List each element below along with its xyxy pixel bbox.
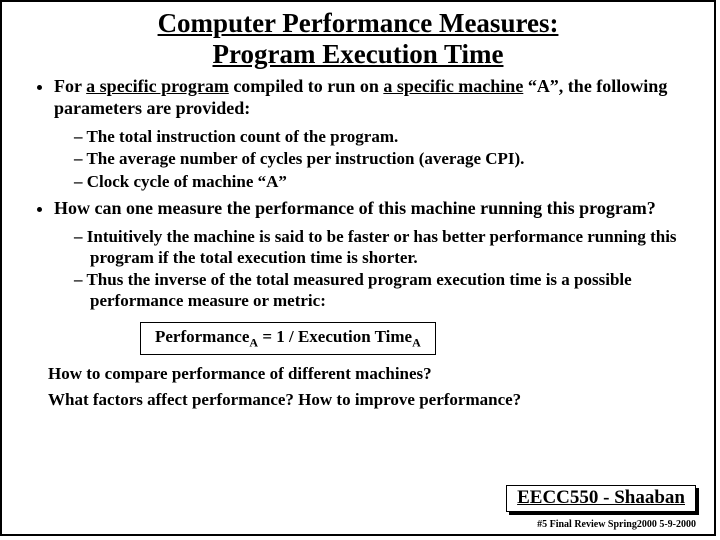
slide-title: Computer Performance Measures: Program E… (20, 8, 696, 70)
course-badge: EECC550 - Shaaban (506, 485, 696, 512)
sub-item: Thus the inverse of the total measured p… (74, 269, 696, 312)
sublist-2: Intuitively the machine is said to be fa… (54, 226, 696, 312)
slide-footer: #5 Final Review Spring2000 5-9-2000 (537, 519, 696, 530)
slide-frame: Computer Performance Measures: Program E… (0, 0, 716, 536)
bullet-1: For a specific program compiled to run o… (54, 76, 696, 192)
sub-item: Intuitively the machine is said to be fa… (74, 226, 696, 269)
sub-item: The total instruction count of the progr… (74, 126, 696, 147)
title-line-2: Program Execution Time (213, 39, 504, 69)
closing-question-1: How to compare performance of different … (48, 363, 696, 385)
sub-item: Clock cycle of machine “A” (74, 171, 696, 192)
sub-item: The average number of cycles per instruc… (74, 148, 696, 169)
bullet-2: How can one measure the performance of t… (54, 198, 696, 312)
title-line-1: Computer Performance Measures: (158, 8, 559, 38)
main-list: For a specific program compiled to run o… (20, 76, 696, 312)
sublist-1: The total instruction count of the progr… (54, 126, 696, 192)
closing-question-2: What factors affect performance? How to … (48, 389, 696, 411)
formula-box: PerformanceA = 1 / Execution TimeA (140, 322, 436, 355)
